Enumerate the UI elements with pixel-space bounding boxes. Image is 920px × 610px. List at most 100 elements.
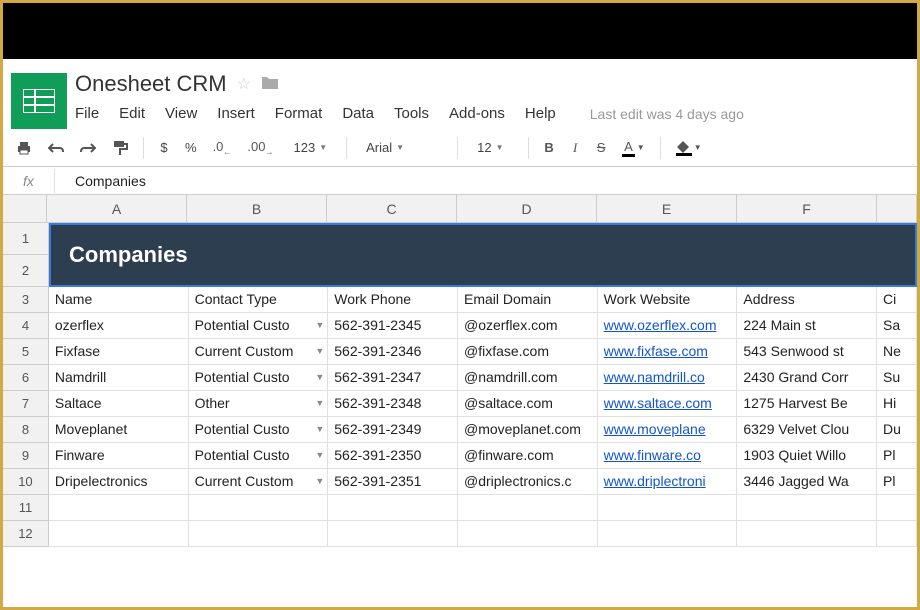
bold-button[interactable]: B — [539, 137, 559, 158]
cell[interactable]: 224 Main st — [737, 313, 877, 339]
header-cell[interactable]: Contact Type — [189, 287, 329, 313]
cell[interactable]: Ne — [877, 339, 917, 365]
empty-cell[interactable] — [189, 521, 329, 547]
cell[interactable]: www.namdrill.co — [598, 365, 738, 391]
folder-icon[interactable] — [261, 75, 279, 93]
undo-button[interactable] — [43, 139, 69, 157]
header-cell[interactable]: Name — [49, 287, 189, 313]
cell[interactable]: Su — [877, 365, 917, 391]
format-currency-button[interactable]: $ — [154, 137, 174, 158]
column-header[interactable]: D — [457, 195, 597, 223]
empty-cell[interactable] — [189, 495, 329, 521]
column-header[interactable]: F — [737, 195, 877, 223]
dropdown-arrow-icon[interactable]: ▼ — [315, 424, 324, 434]
row-header[interactable]: 6 — [3, 365, 49, 391]
column-header[interactable]: A — [47, 195, 187, 223]
cell[interactable]: @fixfase.com — [458, 339, 598, 365]
cell[interactable]: www.moveplane — [598, 417, 738, 443]
select-all-corner[interactable] — [3, 195, 47, 223]
cell[interactable]: www.saltace.com — [598, 391, 738, 417]
dropdown-arrow-icon[interactable]: ▼ — [315, 372, 324, 382]
star-icon[interactable]: ☆ — [237, 74, 251, 94]
menu-edit[interactable]: Edit — [119, 105, 145, 122]
format-percent-button[interactable]: % — [180, 137, 202, 158]
row-header[interactable]: 11 — [3, 495, 49, 521]
row-header[interactable]: 1 — [3, 223, 49, 255]
paint-format-button[interactable] — [107, 137, 133, 159]
banner-cell[interactable]: Companies — [49, 223, 917, 287]
empty-cell[interactable] — [598, 521, 738, 547]
empty-cell[interactable] — [49, 495, 189, 521]
cell[interactable]: 562-391-2349 — [328, 417, 458, 443]
row-header[interactable]: 7 — [3, 391, 49, 417]
cell[interactable]: 562-391-2347 — [328, 365, 458, 391]
cell[interactable]: @finware.com — [458, 443, 598, 469]
cell[interactable]: @saltace.com — [458, 391, 598, 417]
sheets-logo[interactable] — [11, 73, 67, 129]
column-header[interactable]: E — [597, 195, 737, 223]
cell[interactable]: Hi — [877, 391, 917, 417]
row-header[interactable]: 2 — [3, 255, 49, 287]
website-link[interactable]: www.driplectroni — [604, 473, 706, 489]
cell[interactable]: @driplectronics.c — [458, 469, 598, 495]
document-title[interactable]: Onesheet CRM — [75, 71, 227, 97]
cell[interactable]: 562-391-2345 — [328, 313, 458, 339]
cell[interactable]: Saltace — [49, 391, 189, 417]
cell[interactable]: Namdrill — [49, 365, 189, 391]
cell[interactable]: 1903 Quiet Willo — [737, 443, 877, 469]
dropdown-arrow-icon[interactable]: ▼ — [315, 450, 324, 460]
increase-decimal-button[interactable]: .00→ — [242, 136, 278, 160]
cell[interactable]: www.fixfase.com — [598, 339, 738, 365]
menu-file[interactable]: File — [75, 105, 99, 122]
website-link[interactable]: www.ozerflex.com — [604, 317, 717, 333]
menu-format[interactable]: Format — [275, 105, 323, 122]
cell[interactable]: Potential Custo▼ — [189, 417, 329, 443]
cell[interactable]: Current Custom▼ — [189, 339, 329, 365]
website-link[interactable]: www.finware.co — [604, 447, 701, 463]
website-link[interactable]: www.fixfase.com — [604, 343, 708, 359]
dropdown-arrow-icon[interactable]: ▼ — [315, 398, 324, 408]
cell[interactable]: Du — [877, 417, 917, 443]
menu-data[interactable]: Data — [342, 105, 374, 122]
row-header[interactable]: 9 — [3, 443, 49, 469]
cell[interactable]: Potential Custo▼ — [189, 313, 329, 339]
cell[interactable]: 1275 Harvest Be — [737, 391, 877, 417]
more-formats-dropdown[interactable]: 123▼ — [284, 136, 336, 159]
header-cell[interactable]: Work Phone — [328, 287, 458, 313]
italic-button[interactable]: I — [565, 137, 585, 159]
cell[interactable]: @namdrill.com — [458, 365, 598, 391]
cell[interactable]: Pl — [877, 469, 917, 495]
header-cell[interactable]: Address — [737, 287, 877, 313]
empty-cell[interactable] — [458, 495, 598, 521]
text-color-button[interactable]: A▼ — [617, 136, 650, 160]
menu-view[interactable]: View — [165, 105, 197, 122]
empty-cell[interactable] — [877, 495, 917, 521]
cell[interactable]: Potential Custo▼ — [189, 443, 329, 469]
cell[interactable]: www.ozerflex.com — [598, 313, 738, 339]
font-size-dropdown[interactable]: 12▼ — [468, 136, 518, 159]
print-button[interactable] — [11, 138, 37, 158]
strikethrough-button[interactable]: S — [591, 137, 611, 158]
dropdown-arrow-icon[interactable]: ▼ — [315, 320, 324, 330]
row-header[interactable]: 10 — [3, 469, 49, 495]
website-link[interactable]: www.saltace.com — [604, 395, 712, 411]
cell[interactable]: Pl — [877, 443, 917, 469]
cell[interactable]: Other▼ — [189, 391, 329, 417]
redo-button[interactable] — [75, 139, 101, 157]
header-cell[interactable]: Email Domain — [458, 287, 598, 313]
dropdown-arrow-icon[interactable]: ▼ — [315, 476, 324, 486]
cell[interactable]: 2430 Grand Corr — [737, 365, 877, 391]
empty-cell[interactable] — [328, 495, 458, 521]
cell[interactable]: Dripelectronics — [49, 469, 189, 495]
column-header[interactable]: C — [327, 195, 457, 223]
cell[interactable]: www.driplectroni — [598, 469, 738, 495]
website-link[interactable]: www.moveplane — [604, 421, 706, 437]
cell[interactable]: www.finware.co — [598, 443, 738, 469]
empty-cell[interactable] — [458, 521, 598, 547]
cell[interactable]: Fixfase — [49, 339, 189, 365]
dropdown-arrow-icon[interactable]: ▼ — [315, 346, 324, 356]
menu-addons[interactable]: Add-ons — [449, 105, 505, 122]
cell[interactable]: Finware — [49, 443, 189, 469]
last-edit-text[interactable]: Last edit was 4 days ago — [590, 106, 744, 122]
cell[interactable]: 6329 Velvet Clou — [737, 417, 877, 443]
